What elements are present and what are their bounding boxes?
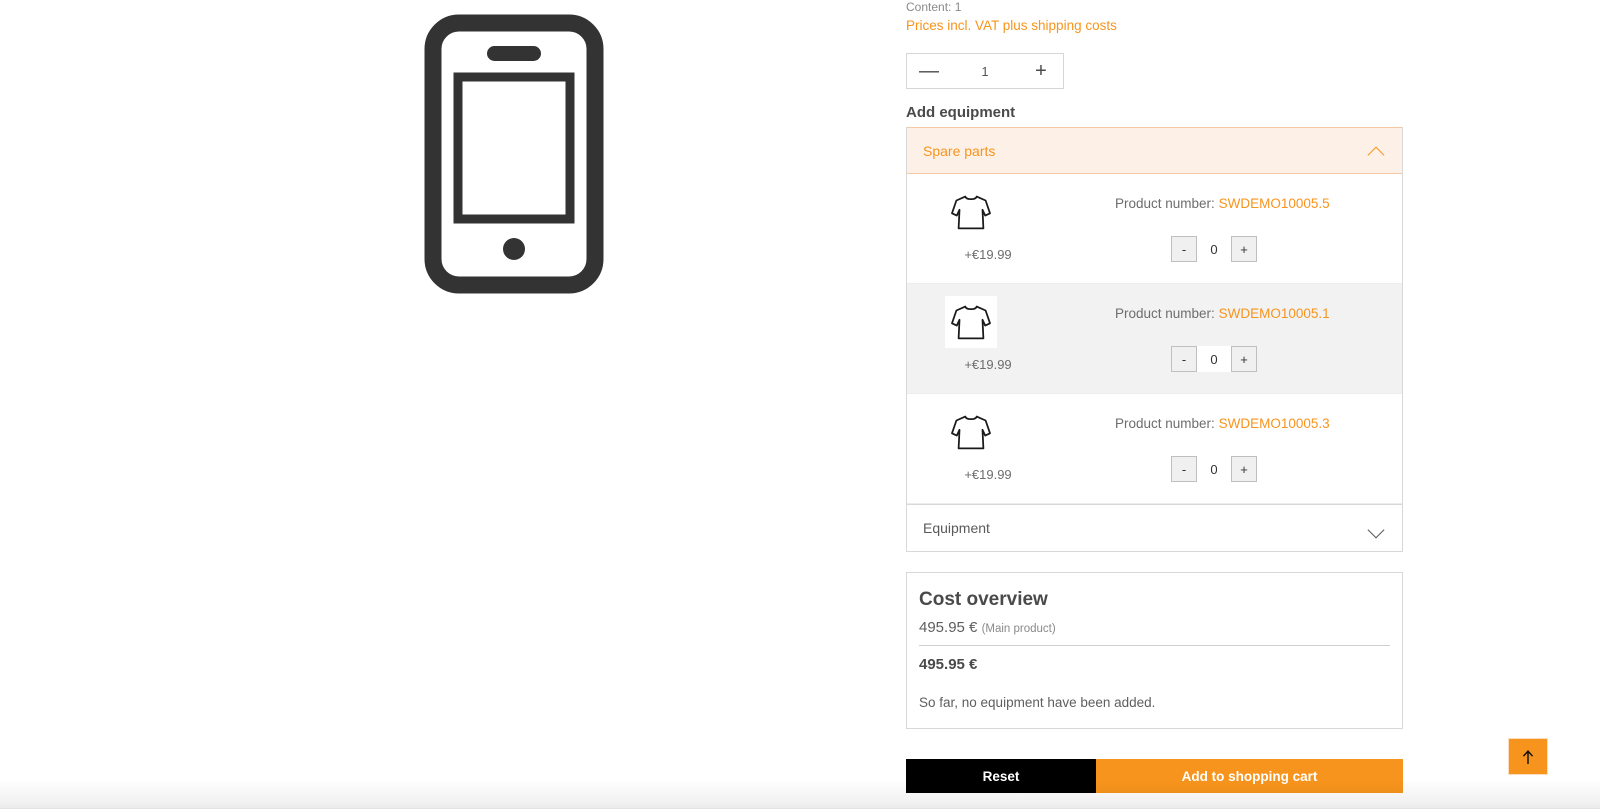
quantity-stepper[interactable]: — 1 + <box>906 53 1064 89</box>
spare-part-decrement-button[interactable]: - <box>1171 346 1197 372</box>
product-detail-page: Content: 1 Prices incl. VAT plus shippin… <box>0 0 1600 809</box>
spare-part-price: +€19.99 <box>964 247 1012 262</box>
product-number-label: Product number: <box>1115 196 1215 211</box>
spare-part-quantity-stepper[interactable]: - 0 + <box>1171 346 1257 372</box>
product-image[interactable] <box>424 14 604 294</box>
spare-part-quantity-stepper[interactable]: - 0 + <box>1171 236 1257 262</box>
spare-part-price: +€19.99 <box>964 467 1012 482</box>
spare-part-decrement-button[interactable]: - <box>1171 236 1197 262</box>
longsleeve-shirt-icon[interactable] <box>945 186 997 238</box>
spare-part-quantity-input[interactable]: 0 <box>1197 346 1231 372</box>
smartphone-illustration-icon <box>424 14 604 294</box>
content-label: Content: 1 <box>906 0 962 14</box>
spare-part-number: Product number: SWDEMO10005.1 <box>1115 306 1330 321</box>
arrow-up-icon <box>1522 749 1534 764</box>
spare-part-increment-button[interactable]: + <box>1231 236 1257 262</box>
spare-part-quantity-input[interactable]: 0 <box>1197 236 1231 262</box>
longsleeve-shirt-icon[interactable] <box>945 296 997 348</box>
spare-part-price: +€19.99 <box>964 357 1012 372</box>
scroll-to-top-button[interactable] <box>1508 738 1548 775</box>
spare-part-quantity-stepper[interactable]: - 0 + <box>1171 456 1257 482</box>
cost-empty-note: So far, no equipment have been added. <box>919 695 1156 710</box>
product-number-value[interactable]: SWDEMO10005.1 <box>1219 306 1330 321</box>
spare-part-number: Product number: SWDEMO10005.3 <box>1115 416 1330 431</box>
quantity-decrement-button[interactable]: — <box>907 54 951 88</box>
vat-shipping-note[interactable]: Prices incl. VAT plus shipping costs <box>906 17 1403 35</box>
spare-part-row[interactable]: +€19.99 Product number: SWDEMO10005.5 - … <box>907 174 1402 284</box>
spare-part-increment-button[interactable]: + <box>1231 456 1257 482</box>
cost-total-amount: 495.95 € <box>919 656 978 673</box>
quantity-input[interactable]: 1 <box>951 64 1019 79</box>
chevron-up-icon <box>1368 146 1386 156</box>
spare-part-increment-button[interactable]: + <box>1231 346 1257 372</box>
product-number-label: Product number: <box>1115 306 1215 321</box>
spare-part-decrement-button[interactable]: - <box>1171 456 1197 482</box>
product-number-value[interactable]: SWDEMO10005.5 <box>1219 196 1330 211</box>
chevron-down-icon <box>1368 523 1386 533</box>
spare-part-number: Product number: SWDEMO10005.5 <box>1115 196 1330 211</box>
add-to-cart-button[interactable]: Add to shopping cart <box>1096 759 1403 793</box>
cost-overview-title: Cost overview <box>919 589 1048 610</box>
accordion-header-spare-parts[interactable]: Spare parts <box>907 127 1402 174</box>
reset-button[interactable]: Reset <box>906 759 1096 793</box>
quantity-increment-button[interactable]: + <box>1019 54 1063 88</box>
longsleeve-shirt-icon[interactable] <box>945 406 997 458</box>
cost-overview-panel: Cost overview 495.95 € (Main product) 49… <box>906 572 1403 729</box>
buy-box: Content: 1 Prices incl. VAT plus shippin… <box>906 0 1403 793</box>
product-number-label: Product number: <box>1115 416 1215 431</box>
accordion-label-equipment: Equipment <box>923 520 990 536</box>
equipment-accordion: Spare parts +€19.99 Product number: SWDE… <box>906 127 1403 552</box>
cost-main-label: (Main product) <box>981 623 1056 635</box>
product-gallery <box>0 0 880 780</box>
cost-main-product-line: 495.95 € (Main product) <box>919 619 1390 646</box>
accordion-label-spare-parts: Spare parts <box>923 142 996 159</box>
action-buttons: Reset Add to shopping cart <box>906 759 1403 793</box>
accordion-header-equipment[interactable]: Equipment <box>907 504 1402 551</box>
spare-part-quantity-input[interactable]: 0 <box>1197 456 1231 482</box>
spare-part-row[interactable]: +€19.99 Product number: SWDEMO10005.1 - … <box>907 284 1402 394</box>
spare-part-row[interactable]: +€19.99 Product number: SWDEMO10005.3 - … <box>907 394 1402 504</box>
cost-main-amount: 495.95 € <box>919 619 978 636</box>
add-equipment-title: Add equipment <box>906 104 1016 121</box>
product-number-value[interactable]: SWDEMO10005.3 <box>1219 416 1330 431</box>
